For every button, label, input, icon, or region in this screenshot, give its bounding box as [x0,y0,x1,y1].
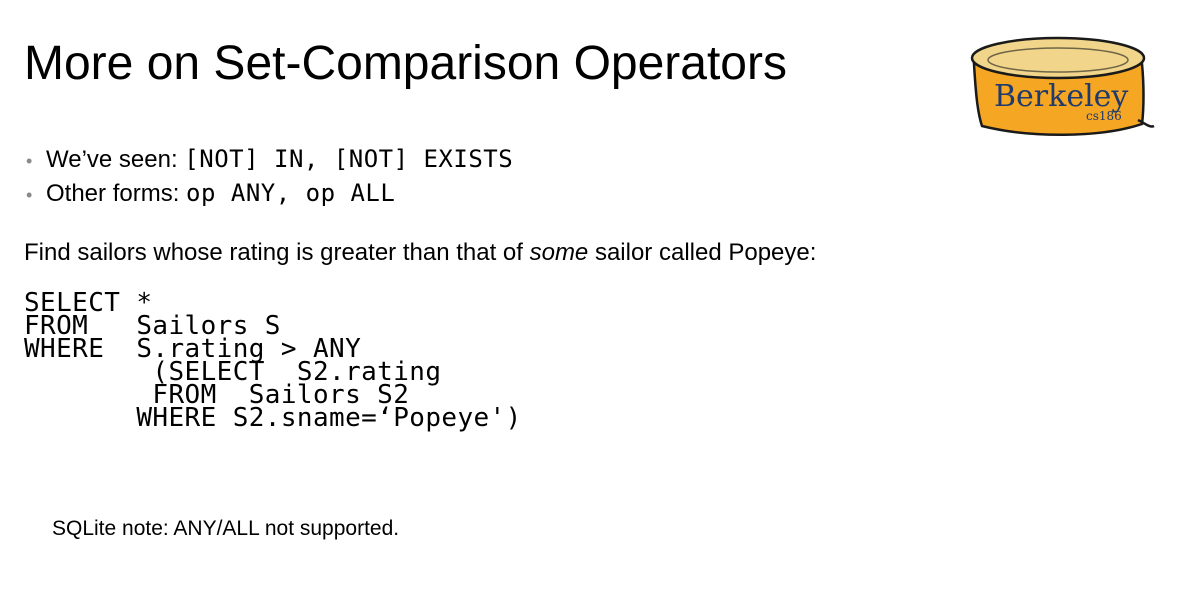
intro-emphasis: some [529,239,589,266]
intro-after: sailor called Popeye: [588,239,817,266]
sqlite-note: SQLite note: ANY/ALL not supported. [52,517,400,540]
slide: More on Set-Comparison Operators Berkele… [0,0,1185,598]
bullet-dot-icon: • [26,151,33,171]
sql-line: WHERE S2.sname=‘Popeye') [24,403,522,433]
slide-title: More on Set-Comparison Operators [24,37,787,90]
bullet-code: op ANY, op ALL [186,179,396,207]
logo-subtext: cs186 [1086,109,1122,123]
sql-code-block: SELECT * FROM Sailors S WHERE S.rating >… [24,290,522,433]
bullet-item-other-forms: • Other forms: op ANY, op ALL [26,176,513,210]
bullet-label: We’ve seen: [46,146,185,173]
bullet-code: [NOT] IN, [NOT] EXISTS [184,145,514,173]
bullet-list: • We’ve seen: [NOT] IN, [NOT] EXISTS • Oth… [26,142,513,210]
bullet-dot-icon: • [26,185,33,205]
berkeley-cs186-logo-icon: Berkeley cs186 [970,36,1155,137]
bullet-item-seen: • We’ve seen: [NOT] IN, [NOT] EXISTS [26,142,513,176]
bullet-label: Other forms: [46,180,187,207]
intro-text: Find sailors whose rating is greater tha… [24,236,816,270]
intro-before: Find sailors whose rating is greater tha… [24,239,530,266]
